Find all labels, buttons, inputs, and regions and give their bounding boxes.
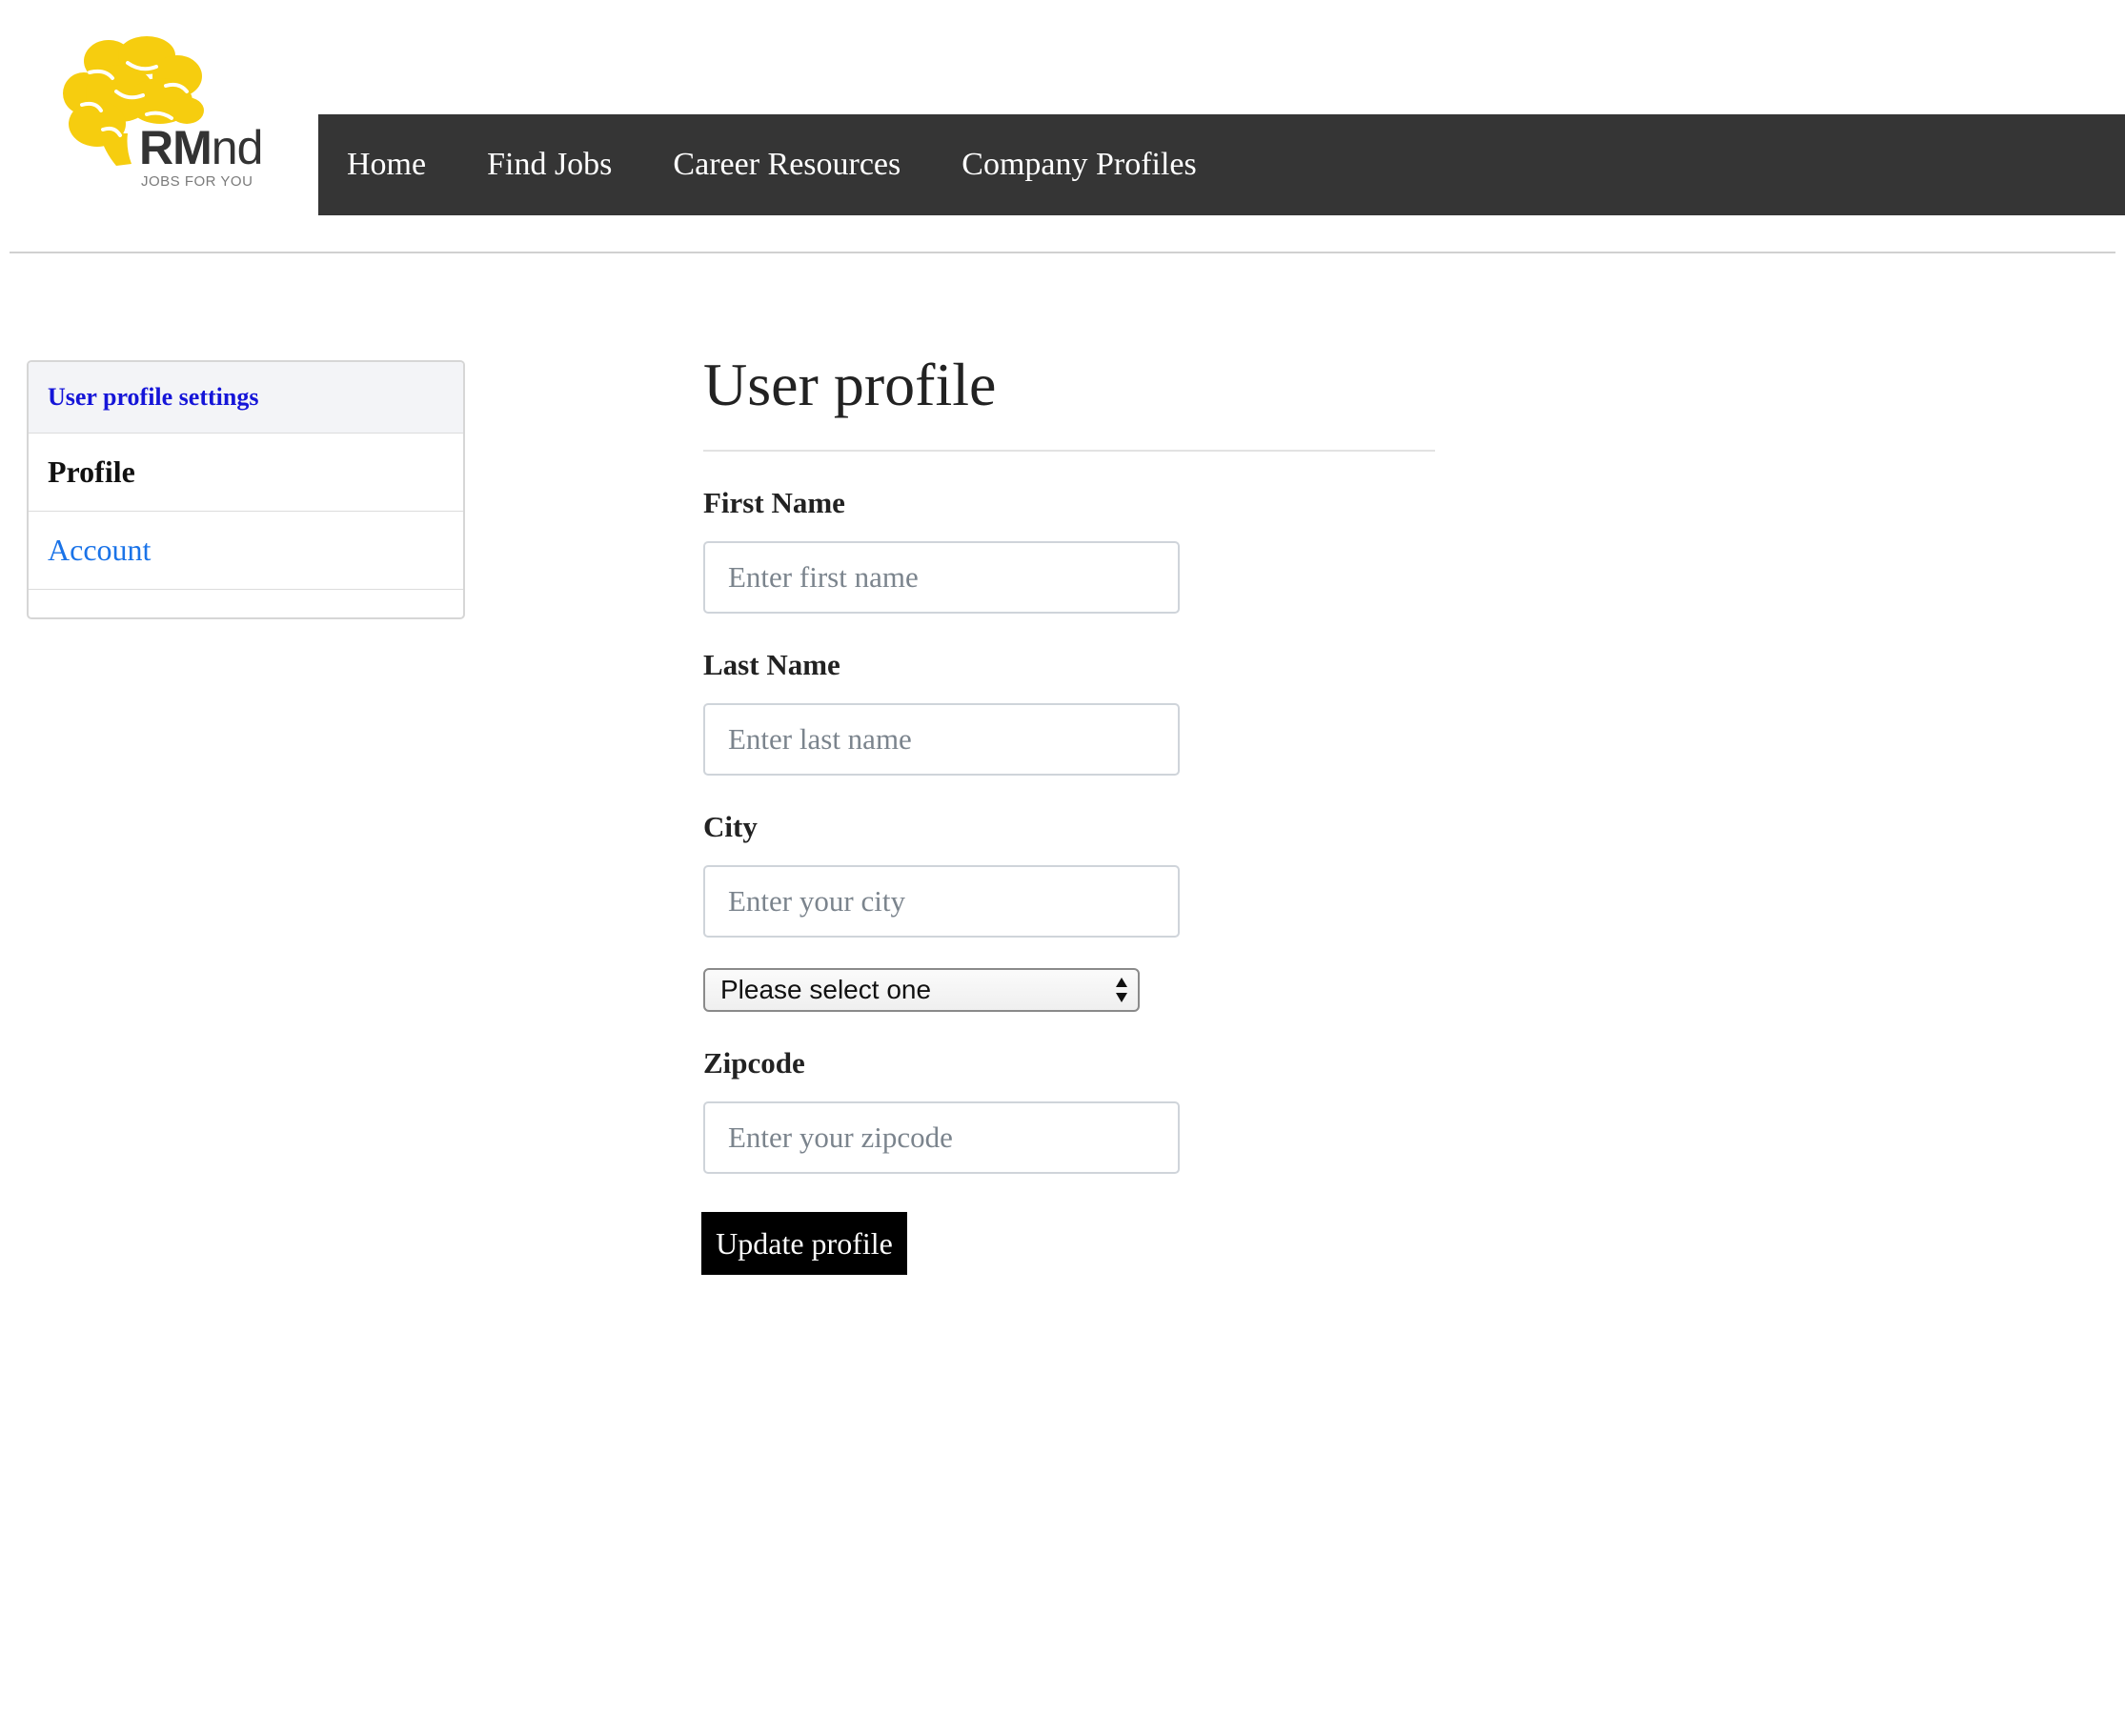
nav-find-jobs[interactable]: Find Jobs: [487, 147, 612, 183]
sidebar-header: User profile settings: [29, 362, 463, 434]
state-select[interactable]: Please select one: [703, 968, 1140, 1012]
header-divider: [10, 252, 2115, 253]
brand-tagline: JOBS FOR YOU: [141, 173, 253, 190]
settings-sidebar: User profile settings Profile Account: [27, 360, 465, 619]
sidebar-item-profile[interactable]: Profile: [29, 434, 463, 512]
zipcode-label: Zipcode: [703, 1046, 805, 1080]
first-name-input[interactable]: [703, 541, 1180, 614]
first-name-label: First Name: [703, 486, 845, 519]
update-profile-button[interactable]: Update profile: [701, 1212, 907, 1275]
main-navbar: Home Find Jobs Career Resources Company …: [318, 114, 2125, 215]
profile-form-area: User profile First Name Last Name City P…: [701, 347, 1435, 1275]
nav-career-resources[interactable]: Career Resources: [673, 147, 901, 183]
nav-home[interactable]: Home: [347, 147, 426, 183]
nav-company-profiles[interactable]: Company Profiles: [961, 147, 1196, 183]
title-divider: [703, 450, 1435, 452]
site-logo[interactable]: RMnd JOBS FOR YOU: [61, 34, 271, 196]
brand-name: RMnd: [139, 121, 263, 174]
page-title: User profile: [703, 351, 997, 418]
select-arrows-icon: [1116, 978, 1127, 1002]
state-select-value: Please select one: [720, 975, 932, 1004]
last-name-label: Last Name: [703, 648, 840, 681]
last-name-input[interactable]: [703, 703, 1180, 776]
sidebar-item-account[interactable]: Account: [29, 512, 463, 590]
city-label: City: [703, 810, 758, 843]
zipcode-input[interactable]: [703, 1101, 1180, 1174]
city-input[interactable]: [703, 865, 1180, 938]
